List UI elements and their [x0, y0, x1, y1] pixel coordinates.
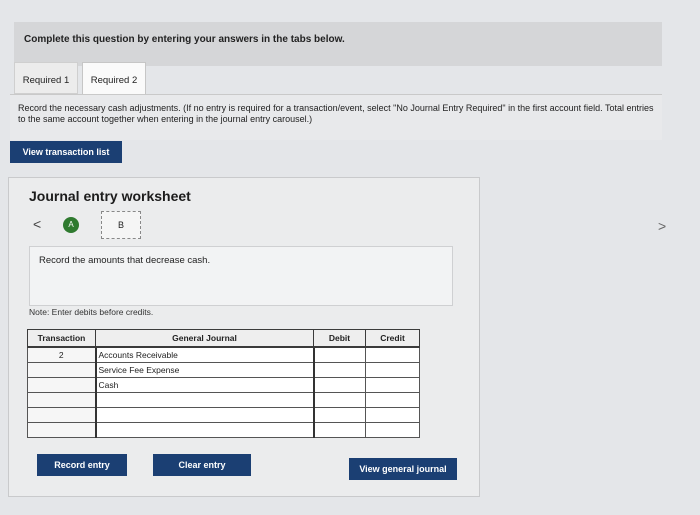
- table-row: [27, 407, 420, 423]
- header-debit: Debit: [313, 329, 366, 348]
- account-field[interactable]: Service Fee Expense: [94, 362, 315, 378]
- next-entry-chevron-icon[interactable]: >: [658, 218, 666, 234]
- tab-label: Required 1: [22, 75, 70, 86]
- entry-b-indicator[interactable]: B: [101, 211, 141, 239]
- header-general-journal: General Journal: [95, 329, 314, 348]
- transaction-cell: [27, 422, 96, 438]
- credit-field[interactable]: [365, 392, 420, 408]
- tab-label: Required 2: [90, 75, 138, 86]
- account-field[interactable]: [94, 407, 315, 423]
- header-credit: Credit: [365, 329, 420, 348]
- table-row: 2 Accounts Receivable: [27, 346, 420, 363]
- debit-field[interactable]: [313, 392, 366, 408]
- transaction-cell: [27, 377, 96, 393]
- account-field[interactable]: Cash: [94, 377, 315, 393]
- transaction-cell: [27, 362, 96, 378]
- credit-field[interactable]: [365, 362, 420, 378]
- entry-description: Record the amounts that decrease cash.: [39, 255, 211, 266]
- record-entry-button[interactable]: Record entry: [37, 454, 127, 476]
- account-field[interactable]: [94, 392, 315, 408]
- credit-field[interactable]: [365, 407, 420, 423]
- transaction-cell: [27, 392, 96, 408]
- credit-field[interactable]: [365, 422, 420, 438]
- instructions-panel: Record the necessary cash adjustments. (…: [10, 94, 662, 140]
- view-transaction-list-button[interactable]: View transaction list: [10, 141, 122, 163]
- debit-credit-note: Note: Enter debits before credits.: [29, 307, 154, 317]
- debit-field[interactable]: [313, 377, 366, 393]
- entry-a-indicator[interactable]: A: [63, 217, 79, 233]
- table-row: [27, 392, 420, 408]
- credit-field[interactable]: [365, 346, 420, 363]
- transaction-cell: 2: [27, 346, 96, 363]
- debit-field[interactable]: [313, 407, 366, 423]
- view-general-journal-button[interactable]: View general journal: [349, 458, 457, 480]
- instruction-text: Complete this question by entering your …: [24, 34, 345, 45]
- transaction-cell: [27, 407, 96, 423]
- journal-table: Transaction General Journal Debit Credit…: [27, 329, 420, 438]
- credit-field[interactable]: [365, 377, 420, 393]
- account-field[interactable]: Accounts Receivable: [94, 346, 315, 363]
- debit-field[interactable]: [313, 422, 366, 438]
- worksheet-title: Journal entry worksheet: [29, 188, 191, 204]
- journal-entry-worksheet: Journal entry worksheet < A B Record the…: [8, 177, 480, 497]
- previous-entry-chevron-icon[interactable]: <: [33, 216, 41, 232]
- header-transaction: Transaction: [27, 329, 96, 348]
- clear-entry-button[interactable]: Clear entry: [153, 454, 251, 476]
- table-row: [27, 422, 420, 438]
- table-row: Cash: [27, 377, 420, 393]
- table-row: Service Fee Expense: [27, 362, 420, 378]
- instruction-bar: Complete this question by entering your …: [14, 22, 662, 66]
- tab-required-2[interactable]: Required 2: [82, 62, 146, 94]
- instructions-text: Record the necessary cash adjustments. (…: [18, 103, 654, 124]
- debit-field[interactable]: [313, 346, 366, 363]
- account-field[interactable]: [94, 422, 315, 438]
- debit-field[interactable]: [313, 362, 366, 378]
- tab-required-1[interactable]: Required 1: [14, 62, 78, 94]
- entry-description-box: Record the amounts that decrease cash.: [29, 246, 453, 306]
